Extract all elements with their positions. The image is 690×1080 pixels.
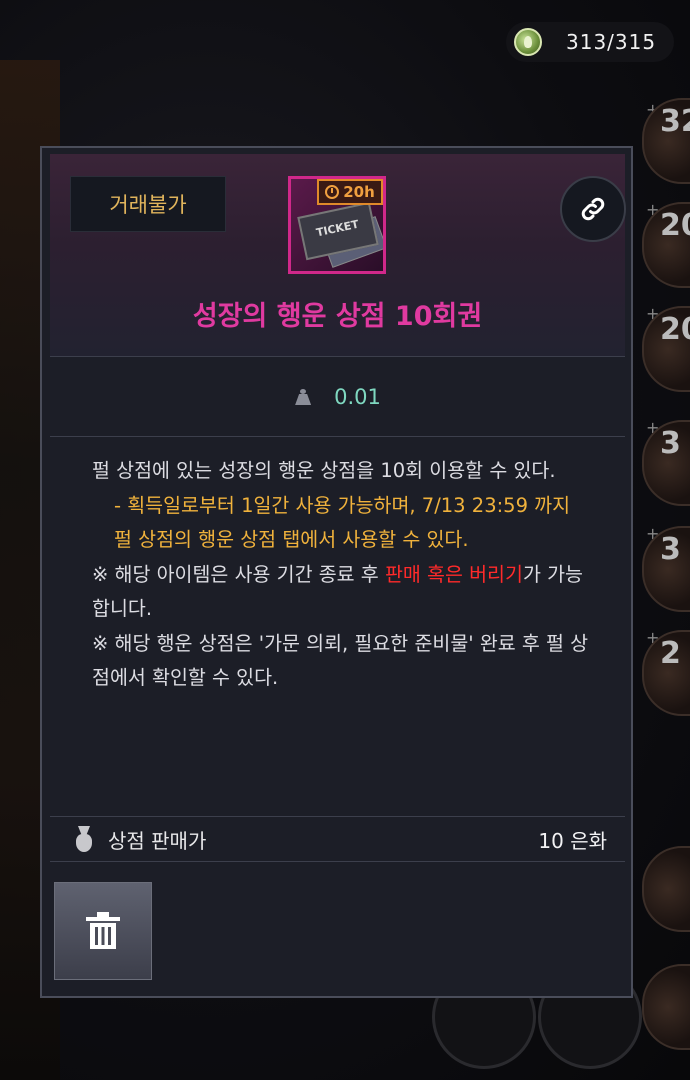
sell-price-label: 상점 판매가 — [108, 828, 207, 853]
untradeable-badge: 거래불가 — [70, 176, 226, 232]
sell-price-row: 상점 판매가 10 은화 — [50, 816, 625, 862]
link-icon — [581, 197, 605, 221]
description-notice-unlock: ※ 해당 행운 상점은 '가문 의뢰, 필요한 준비물' 완료 후 펄 상점에서… — [92, 631, 589, 690]
tooltip-header: 거래불가 TICKET 20h 성장의 행운 상점 10회권 — [50, 154, 626, 357]
item-name: 성장의 행운 상점 10회권 — [192, 301, 483, 332]
pearl-currency-icon — [514, 28, 542, 56]
weight-icon — [294, 389, 312, 405]
share-link-button[interactable] — [560, 176, 626, 242]
item-tooltip: 거래불가 TICKET 20h 성장의 행운 상점 10회권 0.01 펄 상점… — [40, 146, 633, 998]
weight-value: 0.01 — [334, 385, 381, 409]
duration-badge: 20h — [317, 179, 383, 205]
description-duration: - 획득일로부터 1일간 사용 가능하며, 7/13 23:59 까지 펄 상점… — [114, 493, 571, 552]
delete-item-button[interactable] — [54, 882, 152, 980]
description-notice-sell: ※ 해당 아이템은 사용 기간 종료 후 판매 혹은 버리기가 가능합니다. — [92, 558, 592, 627]
clock-icon — [325, 185, 340, 199]
sell-price-value: 10 은화 — [538, 828, 607, 853]
duration-label: 20h — [343, 183, 375, 201]
background-skill-slot[interactable] — [642, 846, 690, 932]
notice-highlight: 판매 혹은 버리기 — [384, 562, 523, 586]
pearl-count: 313/315 — [566, 30, 657, 54]
pearl-counter: 313/315 — [506, 22, 674, 62]
notice-prefix: ※ 해당 아이템은 사용 기간 종료 후 — [92, 562, 385, 586]
money-bag-icon — [72, 826, 94, 852]
background-skill-slot[interactable] — [642, 964, 690, 1050]
description-main: 펄 상점에 있는 성장의 행운 상점을 10회 이용할 수 있다. — [92, 459, 556, 482]
weight-row: 0.01 — [50, 358, 625, 437]
ticket-item-icon: TICKET 20h — [288, 176, 386, 274]
item-description: 펄 상점에 있는 성장의 행운 상점을 10회 이용할 수 있다. - 획득일로… — [92, 454, 592, 696]
trash-icon — [86, 912, 120, 949]
